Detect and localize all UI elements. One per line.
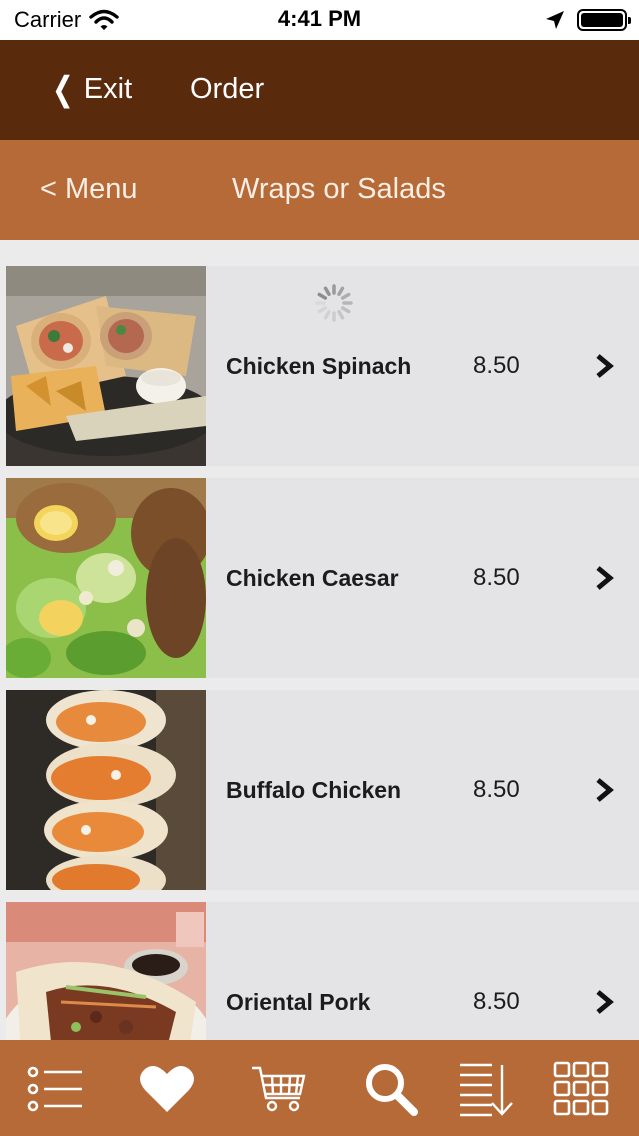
item-photo (6, 478, 206, 678)
grid-icon[interactable] (552, 1060, 610, 1118)
item-name: Buffalo Chicken (226, 776, 402, 803)
category-title: Wraps or Salads (232, 173, 446, 205)
exit-button[interactable]: ❮ Exit (52, 69, 133, 108)
item-photo (6, 266, 206, 466)
cart-icon[interactable] (250, 1060, 308, 1118)
chevron-right-icon (596, 990, 614, 1014)
page-title: Order (190, 73, 265, 105)
battery-icon (577, 9, 631, 31)
item-name: Oriental Pork (226, 988, 371, 1015)
category-nav: < Menu Wraps or Salads (0, 140, 639, 240)
chevron-left-icon: ❮ (52, 69, 74, 109)
exit-label: Exit (83, 73, 133, 105)
status-bar: Carrier 4:41 PM (0, 0, 639, 40)
status-right (545, 9, 631, 31)
item-price: 8.50 (473, 352, 520, 379)
sort-icon[interactable] (458, 1060, 516, 1118)
chevron-right-icon (596, 354, 614, 378)
chevron-right-icon (596, 566, 614, 590)
chevron-right-icon (596, 778, 614, 802)
top-nav: ❮ Exit Order (0, 40, 639, 140)
bottom-tab-bar (0, 1040, 639, 1136)
menu-item-row[interactable]: Chicken Caesar 8.50 (6, 478, 639, 678)
item-photo (6, 690, 206, 890)
item-name: Chicken Caesar (226, 564, 399, 591)
item-photo (6, 902, 206, 1040)
search-icon[interactable] (362, 1060, 420, 1118)
heart-icon[interactable] (138, 1060, 196, 1118)
loading-spinner-icon (315, 284, 353, 322)
location-arrow-icon (546, 11, 564, 29)
list-icon[interactable] (26, 1060, 84, 1118)
menu-back-button[interactable]: < Menu (40, 173, 138, 206)
status-time: 4:41 PM (277, 6, 362, 31)
item-name: Chicken Spinach (226, 352, 412, 379)
menu-item-list[interactable]: Chicken Spinach 8.50 Chicken Caesar 8.50… (0, 240, 639, 1040)
item-price: 8.50 (473, 776, 520, 803)
menu-item-row[interactable]: Oriental Pork 8.50 (6, 902, 639, 1040)
item-price: 8.50 (473, 988, 520, 1015)
item-price: 8.50 (473, 564, 520, 591)
menu-item-row[interactable]: Buffalo Chicken 8.50 (6, 690, 639, 890)
